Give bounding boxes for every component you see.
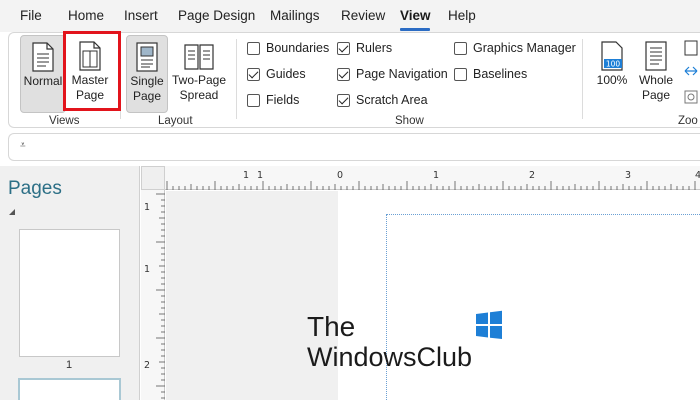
- page-thumbnail-number: 1: [66, 359, 73, 371]
- menu-home[interactable]: Home: [68, 8, 104, 23]
- ruler-number: 1: [144, 202, 150, 213]
- baselines-checkbox[interactable]: Baselines: [454, 67, 527, 81]
- checkbox-box[interactable]: [247, 67, 260, 81]
- single-page-button[interactable]: Single Page: [126, 35, 168, 113]
- customize-toolbar-icon[interactable]: ⩡: [20, 140, 26, 151]
- ruler-number: 2: [529, 170, 535, 181]
- checkbox-label: Graphics Manager: [473, 41, 576, 55]
- menu-insert[interactable]: Insert: [124, 8, 158, 23]
- layout-group-label: Layout: [158, 115, 193, 127]
- ruler-corner: [141, 166, 165, 190]
- whole-page-icon: [645, 41, 667, 71]
- normal-label: Normal: [23, 74, 63, 88]
- checkbox-label: Rulers: [356, 41, 393, 55]
- quick-access-bar: ⩡: [8, 133, 700, 161]
- checkbox-label: Baselines: [473, 67, 528, 81]
- page-thumbnail[interactable]: [19, 229, 120, 357]
- menu-bar: File Home Insert Page Design Mailings Re…: [0, 0, 700, 32]
- ruler-number: 1: [243, 170, 249, 181]
- whole-page-button[interactable]: Whole Page: [636, 35, 676, 113]
- two-page-spread-button[interactable]: Two-Page Spread: [170, 35, 228, 113]
- pages-title: Pages: [8, 178, 62, 199]
- windows-logo-icon: [476, 310, 502, 339]
- checkbox-label: Guides: [266, 67, 306, 81]
- whole-page-label-1: Whole: [638, 73, 673, 87]
- pages-pane: Pages 1: [0, 166, 140, 400]
- zoom-100-label: 100%: [596, 73, 628, 87]
- zoom-100-icon: 100: [601, 41, 623, 71]
- ruler-number: 2: [144, 360, 150, 371]
- menu-review[interactable]: Review: [341, 8, 385, 23]
- two-page-label-2: Spread: [179, 88, 219, 102]
- graphics-manager-checkbox[interactable]: Graphics Manager: [454, 41, 576, 55]
- vertical-ruler[interactable]: 1 1 2: [141, 190, 165, 400]
- ruler-number: 1: [433, 170, 439, 181]
- zoom-icon-text: 100: [606, 60, 621, 69]
- active-tab-indicator: [400, 28, 430, 31]
- vertical-ruler-svg: 1 1 2: [144, 193, 165, 399]
- ruler-number: 1: [144, 264, 150, 275]
- fields-checkbox[interactable]: Fields: [247, 93, 299, 107]
- group-divider: [236, 39, 237, 119]
- horizontal-ruler[interactable]: 1101234: [165, 166, 700, 190]
- single-label-1: Single: [130, 74, 164, 88]
- checkbox-label: Scratch Area: [356, 93, 428, 107]
- zoom-100-button[interactable]: 100 100%: [593, 35, 631, 113]
- checkbox-box[interactable]: [337, 93, 350, 107]
- margin-guide: [386, 214, 700, 400]
- master-page-highlight: [63, 31, 121, 111]
- ruler-number: 1: [257, 170, 263, 181]
- checkbox-box[interactable]: [337, 41, 350, 55]
- single-label-2: Page: [132, 89, 162, 103]
- zoom-small-icons-svg: [684, 40, 698, 104]
- checkbox-box[interactable]: [247, 41, 260, 55]
- ruler-number: 3: [625, 170, 631, 181]
- guides-checkbox[interactable]: Guides: [247, 67, 306, 81]
- menu-help[interactable]: Help: [448, 8, 476, 23]
- ruler-number: 4: [695, 170, 700, 181]
- checkbox-label: Boundaries: [266, 41, 330, 55]
- ruler-number: 0: [337, 170, 343, 181]
- checkbox-box[interactable]: [454, 41, 467, 55]
- watermark-line-1: The: [307, 311, 356, 342]
- zoom-small-icons: [682, 39, 700, 112]
- checkbox-label: Page Navigation: [356, 67, 448, 81]
- scratch-area-checkbox[interactable]: Scratch Area: [337, 93, 428, 107]
- checkbox-label: Fields: [266, 93, 300, 107]
- checkbox-box[interactable]: [454, 67, 467, 81]
- page-thumbnail-selected[interactable]: [18, 378, 121, 400]
- zoom-group-label: Zoo: [678, 115, 698, 127]
- views-group-label: Views: [49, 115, 80, 127]
- checkbox-box[interactable]: [337, 67, 350, 81]
- menu-page-design[interactable]: Page Design: [178, 8, 255, 23]
- page-navigation-checkbox[interactable]: Page Navigation: [337, 67, 448, 81]
- boundaries-checkbox[interactable]: Boundaries: [247, 41, 329, 55]
- group-divider: [582, 39, 583, 119]
- rulers-checkbox[interactable]: Rulers: [337, 41, 392, 55]
- menu-view[interactable]: View: [400, 8, 431, 23]
- collapse-caret-icon[interactable]: [9, 209, 15, 215]
- whole-page-label-2: Page: [641, 88, 671, 102]
- two-page-icon: [184, 44, 214, 70]
- menu-mailings[interactable]: Mailings: [270, 8, 320, 23]
- watermark-text: The WindowsClub: [307, 311, 473, 373]
- checkbox-box[interactable]: [247, 93, 260, 107]
- horizontal-ruler-svg: 1101234: [166, 170, 700, 190]
- normal-page-icon: [32, 42, 54, 72]
- menu-file[interactable]: File: [20, 8, 42, 23]
- normal-view-button[interactable]: Normal: [20, 35, 66, 113]
- single-page-icon: [136, 42, 158, 72]
- watermark-line-2: WindowsClub: [307, 342, 473, 372]
- show-group-label: Show: [395, 115, 424, 127]
- two-page-label-1: Two-Page: [171, 73, 227, 87]
